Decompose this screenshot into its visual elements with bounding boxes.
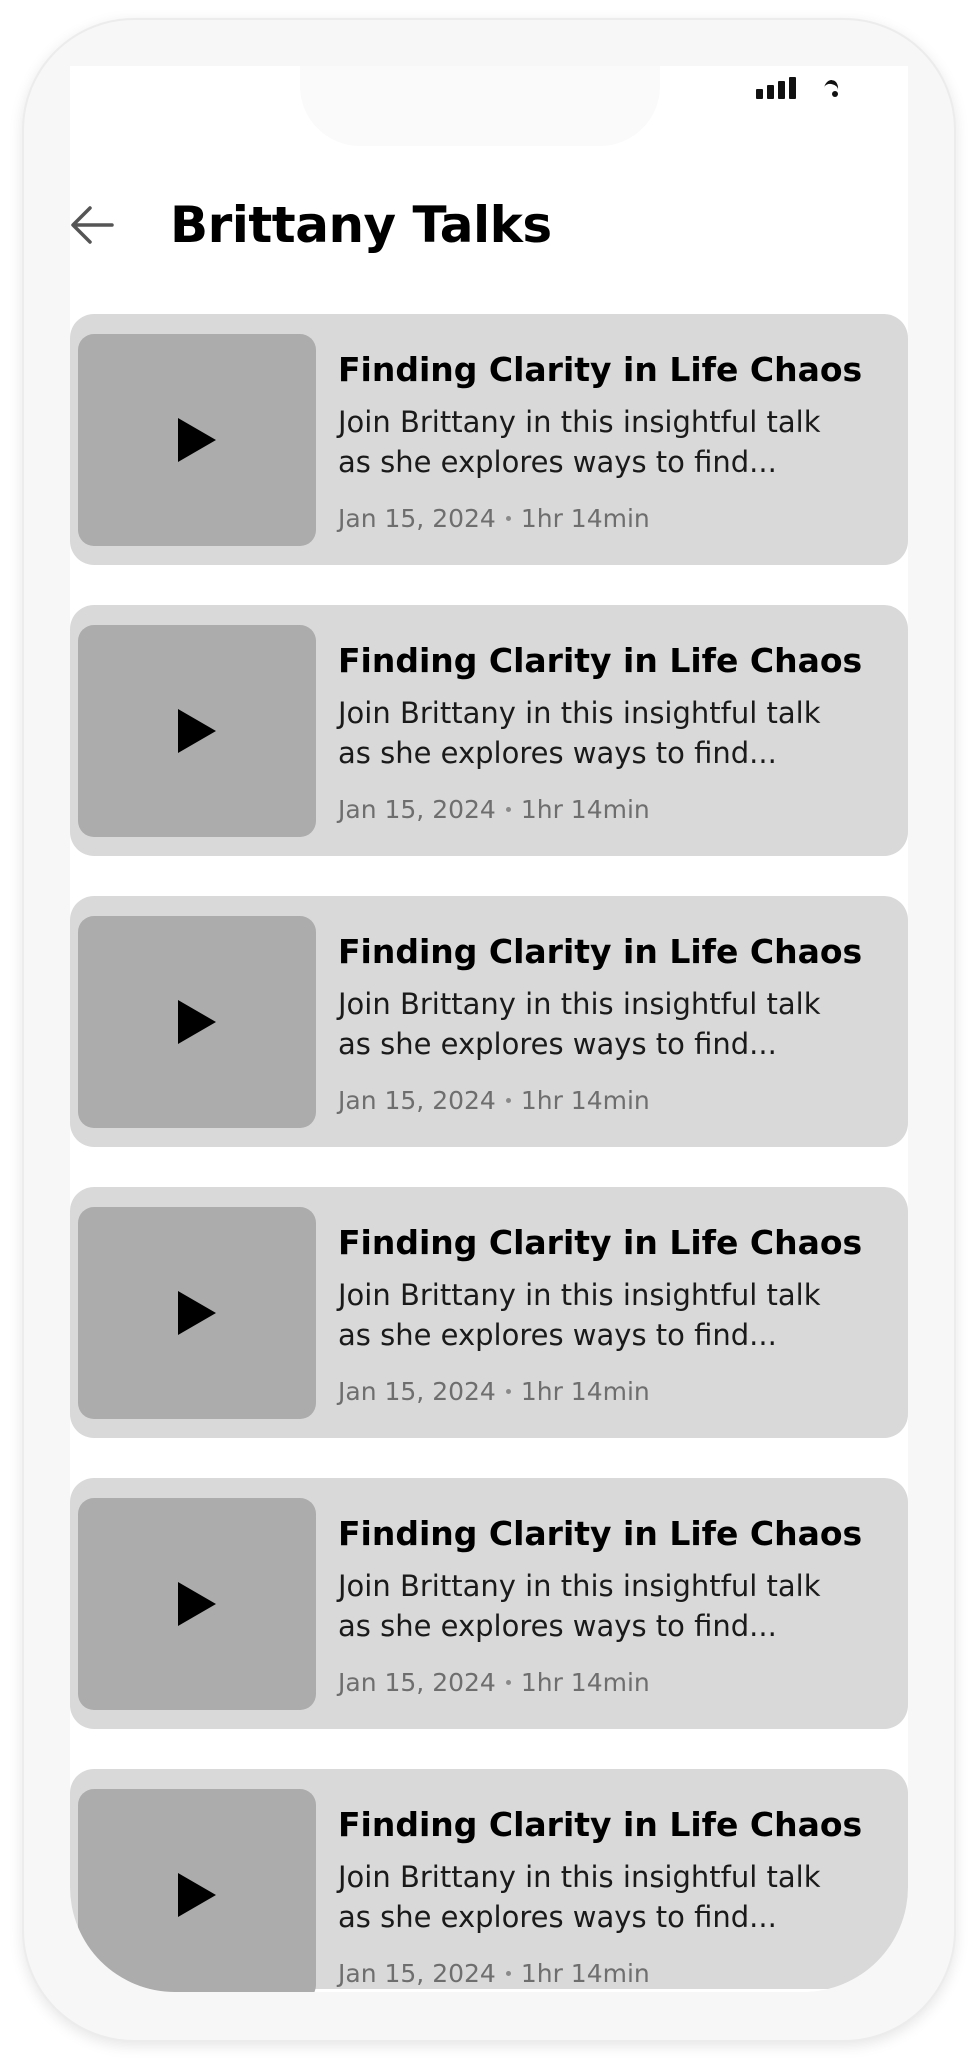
talk-thumbnail[interactable] bbox=[78, 1789, 316, 1992]
dynamic-island bbox=[300, 66, 660, 146]
talk-description: Join Brittany in this insightful talk as… bbox=[338, 987, 821, 1061]
talk-title: Finding Clarity in Life Chaos bbox=[338, 932, 863, 971]
talk-duration: 1hr 14min bbox=[520, 1668, 650, 1697]
play-icon bbox=[178, 1291, 216, 1335]
talk-date: Jan 15, 2024 bbox=[338, 1668, 496, 1697]
talk-card[interactable]: Finding Clarity in Life Chaos Join Britt… bbox=[70, 896, 908, 1147]
talk-thumbnail[interactable] bbox=[78, 916, 316, 1128]
talk-meta: Jan 15, 2024 1hr 14min bbox=[338, 1377, 650, 1406]
talk-description: Join Brittany in this insightful talk as… bbox=[338, 1569, 821, 1643]
talk-title: Finding Clarity in Life Chaos bbox=[338, 641, 863, 680]
talk-duration: 1hr 14min bbox=[520, 1377, 650, 1406]
talk-title: Finding Clarity in Life Chaos bbox=[338, 1514, 863, 1553]
talk-meta: Jan 15, 2024 1hr 14min bbox=[338, 1086, 650, 1115]
talk-meta: Jan 15, 2024 1hr 14min bbox=[338, 795, 650, 824]
play-icon bbox=[178, 418, 216, 462]
talk-meta: Jan 15, 2024 1hr 14min bbox=[338, 504, 650, 533]
separator-dot bbox=[505, 1389, 511, 1394]
play-icon bbox=[178, 1582, 216, 1626]
talk-duration: 1hr 14min bbox=[520, 1086, 650, 1115]
talk-thumbnail[interactable] bbox=[78, 625, 316, 837]
cellular-signal-icon bbox=[756, 77, 796, 99]
play-icon bbox=[178, 709, 216, 753]
talk-description: Join Brittany in this insightful talk as… bbox=[338, 696, 821, 770]
talk-title: Finding Clarity in Life Chaos bbox=[338, 1223, 863, 1262]
talk-date: Jan 15, 2024 bbox=[338, 1959, 496, 1988]
talk-card[interactable]: Finding Clarity in Life Chaos Join Britt… bbox=[70, 605, 908, 856]
talk-thumbnail[interactable] bbox=[78, 1498, 316, 1710]
separator-dot bbox=[505, 516, 511, 521]
talk-meta: Jan 15, 2024 1hr 14min bbox=[338, 1668, 650, 1697]
talk-description: Join Brittany in this insightful talk as… bbox=[338, 1860, 821, 1934]
talk-date: Jan 15, 2024 bbox=[338, 795, 496, 824]
talk-date: Jan 15, 2024 bbox=[338, 1086, 496, 1115]
talk-card[interactable]: Finding Clarity in Life Chaos Join Britt… bbox=[70, 1187, 908, 1438]
separator-dot bbox=[505, 807, 511, 812]
talk-meta: Jan 15, 2024 1hr 14min bbox=[338, 1959, 650, 1988]
talk-duration: 1hr 14min bbox=[520, 504, 650, 533]
talk-date: Jan 15, 2024 bbox=[338, 504, 496, 533]
talk-date: Jan 15, 2024 bbox=[338, 1377, 496, 1406]
page-title: Brittany Talks bbox=[170, 196, 552, 254]
play-icon bbox=[178, 1000, 216, 1044]
talk-list: Finding Clarity in Life Chaos Join Britt… bbox=[70, 314, 908, 1992]
talk-card[interactable]: Finding Clarity in Life Chaos Join Britt… bbox=[70, 1769, 908, 1992]
talk-duration: 1hr 14min bbox=[520, 1959, 650, 1988]
talk-duration: 1hr 14min bbox=[520, 795, 650, 824]
separator-dot bbox=[505, 1098, 511, 1103]
separator-dot bbox=[505, 1680, 511, 1685]
talk-card[interactable]: Finding Clarity in Life Chaos Join Britt… bbox=[70, 314, 908, 565]
arrow-left-icon bbox=[71, 206, 114, 244]
talk-title: Finding Clarity in Life Chaos bbox=[338, 350, 863, 389]
talk-thumbnail[interactable] bbox=[78, 1207, 316, 1419]
app-screen: Brittany Talks Finding Clarity in Life C… bbox=[70, 66, 908, 1992]
play-icon bbox=[178, 1873, 216, 1917]
talk-description: Join Brittany in this insightful talk as… bbox=[338, 1278, 821, 1352]
status-bar bbox=[756, 74, 848, 102]
talk-card[interactable]: Finding Clarity in Life Chaos Join Britt… bbox=[70, 1478, 908, 1729]
talk-thumbnail[interactable] bbox=[78, 334, 316, 546]
header: Brittany Talks bbox=[70, 176, 908, 276]
back-button[interactable] bbox=[70, 202, 116, 248]
talk-title: Finding Clarity in Life Chaos bbox=[338, 1805, 863, 1844]
wifi-icon bbox=[822, 77, 848, 100]
separator-dot bbox=[505, 1971, 511, 1976]
talk-description: Join Brittany in this insightful talk as… bbox=[338, 405, 821, 479]
